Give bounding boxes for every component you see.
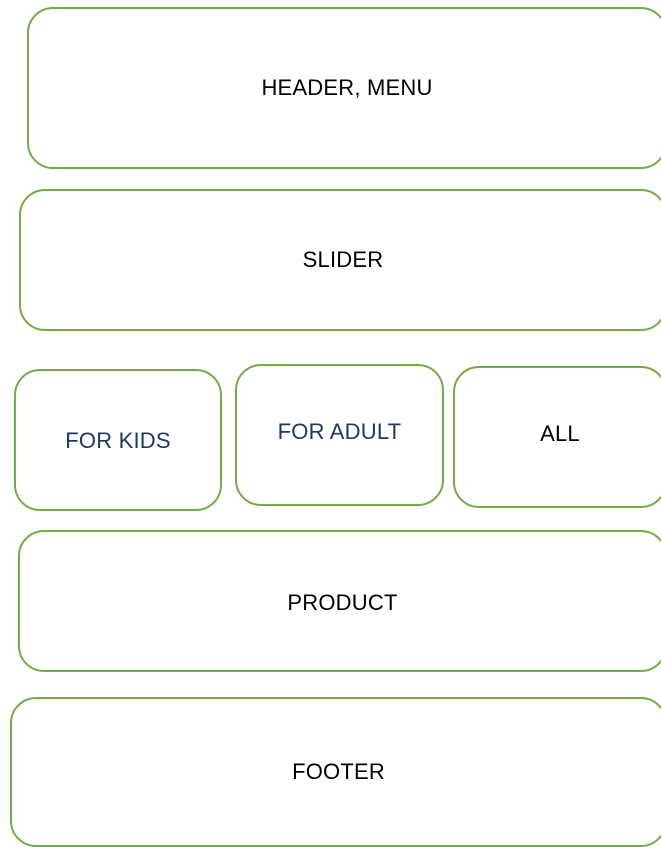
product-label: PRODUCT: [287, 589, 398, 615]
product-block: PRODUCT: [18, 530, 661, 672]
header-menu-label: HEADER, MENU: [261, 75, 433, 100]
footer-label: FOOTER: [292, 759, 385, 784]
footer-block: FOOTER: [10, 697, 661, 847]
for-adult-label: FOR ADULT: [277, 418, 402, 444]
slider-label: SLIDER: [302, 247, 384, 272]
all-label: ALL: [540, 420, 580, 446]
slider-block: SLIDER: [19, 189, 661, 331]
for-kids-block: FOR KIDS: [14, 369, 222, 511]
for-adult-block: FOR ADULT: [235, 364, 444, 506]
for-kids-label: FOR KIDS: [65, 428, 171, 453]
header-menu-block: HEADER, MENU: [27, 7, 661, 169]
all-block: ALL: [453, 366, 661, 508]
